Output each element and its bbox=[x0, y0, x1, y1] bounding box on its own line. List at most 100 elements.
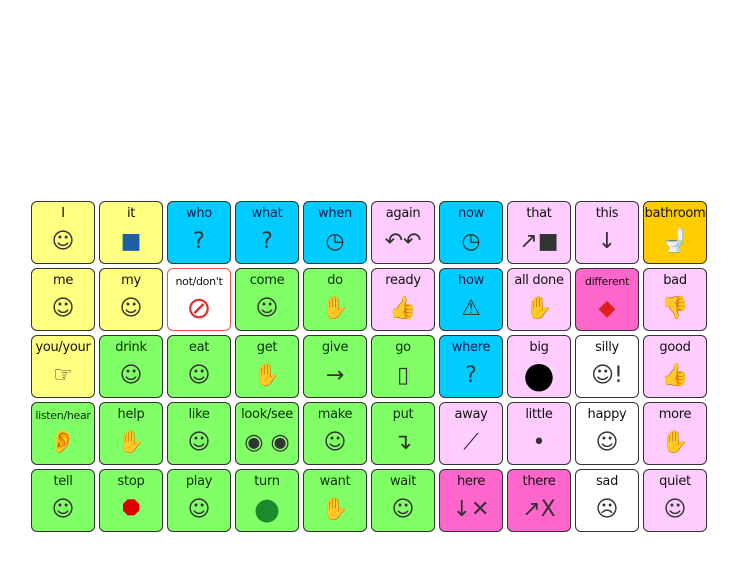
symbol-button-help[interactable]: help ✋ bbox=[99, 402, 163, 465]
symbol-label: how bbox=[458, 273, 484, 288]
symbol-button-little[interactable]: little • bbox=[507, 402, 571, 465]
symbol-button-good[interactable]: good 👍 bbox=[643, 335, 707, 398]
symbol-button-sad[interactable]: sad ☹ bbox=[575, 469, 639, 532]
arrows-question-icon: ? bbox=[465, 363, 477, 388]
symbol-button-bad[interactable]: bad 👎 bbox=[643, 268, 707, 331]
clock-question-icon: ◷ bbox=[325, 229, 345, 254]
symbol-label: wait bbox=[389, 474, 417, 489]
symbol-label: who bbox=[186, 206, 212, 221]
symbol-button-happy[interactable]: happy ☺ bbox=[575, 402, 639, 465]
symbol-button-tell[interactable]: tell ☺ bbox=[31, 469, 95, 532]
symbol-button-turn[interactable]: turn ● bbox=[235, 469, 299, 532]
symbol-label: sad bbox=[595, 474, 619, 489]
symbol-label: not/don't bbox=[175, 275, 223, 288]
hand-put-icon: ↴ bbox=[393, 430, 413, 455]
symbol-label: want bbox=[319, 474, 351, 489]
symbol-label: do bbox=[327, 273, 343, 288]
symbol-label: look/see bbox=[241, 407, 293, 422]
symbol-label: quiet bbox=[659, 474, 691, 489]
silly-face-icon: ☺! bbox=[591, 363, 623, 388]
symbol-label: what bbox=[251, 206, 283, 221]
head-question-icon: ? bbox=[193, 229, 205, 254]
symbol-button-listen-hear[interactable]: listen/hear 👂 bbox=[31, 402, 95, 465]
symbol-button-now[interactable]: now ◷ bbox=[439, 201, 503, 264]
happy-face-icon: ☺ bbox=[595, 430, 619, 455]
symbol-button-all-done[interactable]: all done ✋ bbox=[507, 268, 571, 331]
person-self-icon: ☺ bbox=[51, 296, 75, 321]
symbol-button-my[interactable]: my ☺ bbox=[99, 268, 163, 331]
people-waiting-icon: ☺ bbox=[391, 497, 415, 522]
symbol-label: that bbox=[526, 206, 552, 221]
symbol-button-i[interactable]: I ☺ bbox=[31, 201, 95, 264]
symbol-button-give[interactable]: give → bbox=[303, 335, 367, 398]
symbol-button-get[interactable]: get ✋ bbox=[235, 335, 299, 398]
symbol-button-quiet[interactable]: quiet ☺ bbox=[643, 469, 707, 532]
symbol-button-make[interactable]: make ☺ bbox=[303, 402, 367, 465]
symbol-label: eat bbox=[188, 340, 210, 355]
traffic-light-icon: ▯ bbox=[396, 363, 410, 388]
symbol-button-want[interactable]: want ✋ bbox=[303, 469, 367, 532]
symbol-label: this bbox=[595, 206, 619, 221]
symbol-label: stop bbox=[117, 474, 145, 489]
symbol-button-more[interactable]: more ✋ bbox=[643, 402, 707, 465]
symbol-label: more bbox=[658, 407, 692, 422]
symbol-button-bathroom[interactable]: bathroom 🚽 bbox=[643, 201, 707, 264]
symbol-button-where[interactable]: where? bbox=[439, 335, 503, 398]
symbol-button-eat[interactable]: eat ☺ bbox=[167, 335, 231, 398]
symbol-label: silly bbox=[595, 340, 619, 355]
symbol-button-drink[interactable]: drink ☺ bbox=[99, 335, 163, 398]
symbol-button-you-your[interactable]: you/your ☞ bbox=[31, 335, 95, 398]
symbol-button-come[interactable]: come ☺ bbox=[235, 268, 299, 331]
symbol-button-big[interactable]: big ● bbox=[507, 335, 571, 398]
symbol-button-ready[interactable]: ready 👍 bbox=[371, 268, 435, 331]
symbol-button-who[interactable]: who? bbox=[167, 201, 231, 264]
symbol-label: give bbox=[321, 340, 349, 355]
symbol-label: when bbox=[318, 206, 352, 221]
symbol-label: ready bbox=[385, 273, 421, 288]
symbol-button-when[interactable]: when ◷ bbox=[303, 201, 367, 264]
symbol-button-silly[interactable]: silly ☺! bbox=[575, 335, 639, 398]
toilet-icon: 🚽 bbox=[661, 229, 689, 254]
hand-get-icon: ✋ bbox=[253, 363, 281, 388]
symbol-label: my bbox=[121, 273, 141, 288]
symbol-label: it bbox=[126, 206, 136, 221]
symbol-label: help bbox=[117, 407, 145, 422]
symbol-button-go[interactable]: go ▯ bbox=[371, 335, 435, 398]
symbol-button-put[interactable]: put ↴ bbox=[371, 402, 435, 465]
symbol-label: go bbox=[395, 340, 411, 355]
symbol-button-play[interactable]: play ☺ bbox=[167, 469, 231, 532]
symbol-label: all done bbox=[514, 273, 564, 288]
symbol-button-there[interactable]: there ↗X bbox=[507, 469, 571, 532]
symbol-button-that[interactable]: that ↗■ bbox=[507, 201, 571, 264]
symbol-button-different[interactable]: different ◆ bbox=[575, 268, 639, 331]
symbol-label: away bbox=[454, 407, 488, 422]
symbol-button-do[interactable]: do ✋ bbox=[303, 268, 367, 331]
symbol-button-this[interactable]: this ↓ bbox=[575, 201, 639, 264]
hands-finished-icon: ✋ bbox=[525, 296, 553, 321]
symbol-button-how[interactable]: how ⚠ bbox=[439, 268, 503, 331]
hands-helping-icon: ✋ bbox=[117, 430, 145, 455]
symbol-label: make bbox=[317, 407, 353, 422]
symbol-label: play bbox=[185, 474, 213, 489]
hands-want-icon: ✋ bbox=[321, 497, 349, 522]
symbol-label: big bbox=[529, 340, 549, 355]
arrow-there-icon: ↗X bbox=[522, 497, 556, 522]
symbol-button-wait[interactable]: wait ☺ bbox=[371, 469, 435, 532]
symbol-button-it[interactable]: it ■ bbox=[99, 201, 163, 264]
face-speaking-icon: ☺ bbox=[51, 497, 75, 522]
symbol-button-like[interactable]: like ☺ bbox=[167, 402, 231, 465]
face-like-icon: ☺ bbox=[187, 430, 211, 455]
symbol-button-not-don-t[interactable]: not/don't ⊘ bbox=[167, 268, 231, 331]
child-playing-icon: ☺ bbox=[187, 497, 211, 522]
symbol-button-away[interactable]: away ⟋ bbox=[439, 402, 503, 465]
symbol-button-me[interactable]: me ☺ bbox=[31, 268, 95, 331]
symbol-button-what[interactable]: what? bbox=[235, 201, 299, 264]
triangle-question-icon: ⚠ bbox=[461, 296, 481, 321]
symbol-button-look-see[interactable]: look/see ◉ ◉ bbox=[235, 402, 299, 465]
symbol-button-stop[interactable]: stop ⯃ bbox=[99, 469, 163, 532]
symbol-label: little bbox=[525, 407, 553, 422]
symbol-button-again[interactable]: again ↶↶ bbox=[371, 201, 435, 264]
symbol-button-here[interactable]: here ↓✕ bbox=[439, 469, 503, 532]
thumbs-down-icon: 👎 bbox=[661, 296, 689, 321]
symbol-label: turn bbox=[254, 474, 280, 489]
